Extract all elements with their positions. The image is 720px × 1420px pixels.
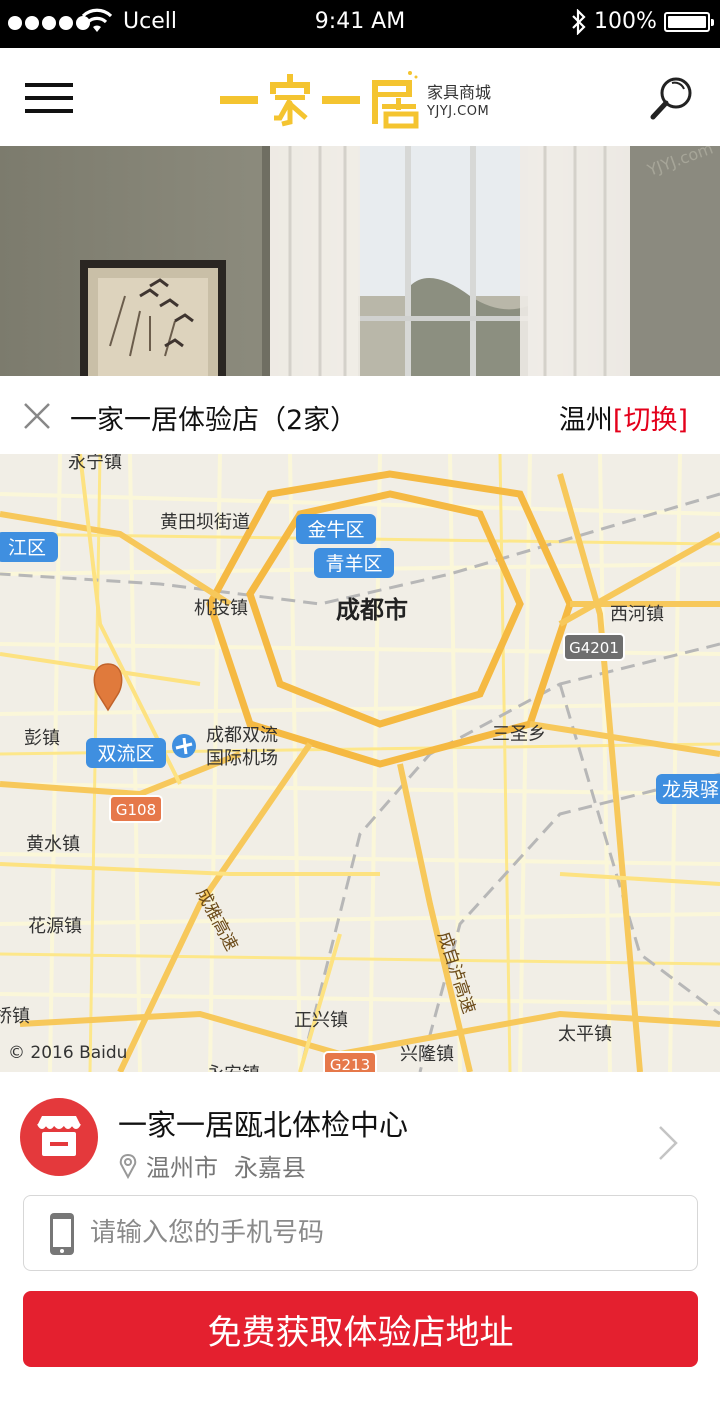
map-label-pengzhen: 彭镇 — [24, 728, 60, 749]
map-label-huangshui: 黄水镇 — [26, 834, 80, 855]
status-bar: Ucell 9:41 AM 100% — [0, 0, 720, 48]
current-city: 温州 — [558, 405, 613, 436]
mobile-phone-icon — [50, 1213, 74, 1255]
logo-subtitle: 家具商城 — [427, 83, 492, 102]
map-label-longquan: 龙泉驿 — [662, 779, 719, 801]
city-selector: 温州[切换] — [559, 398, 688, 437]
menu-button[interactable] — [22, 77, 76, 117]
map-label-airport-line1: 成都双流 — [206, 725, 278, 746]
logo-mark-icon — [220, 71, 419, 129]
map-label-airport-line2: 国际机场 — [206, 748, 278, 769]
map-label-zhengxing: 正兴镇 — [294, 1010, 348, 1031]
battery-icon — [664, 12, 714, 32]
battery-percent: 100% — [594, 9, 657, 34]
store-district: 永嘉县 — [234, 1154, 306, 1182]
chevron-right-icon — [659, 1126, 678, 1160]
app-header: 家具商城 YJYJ.COM — [0, 48, 720, 146]
map-label-huangtianba: 黄田坝街道 — [160, 512, 250, 533]
storefront-icon — [20, 1098, 98, 1176]
hamburger-icon — [25, 83, 73, 87]
app-screen: Ucell 9:41 AM 100% 家具商城 YJYJ.COM YJYJ.co… — [0, 0, 720, 1420]
map-label-shuangliu: 双流区 — [97, 743, 154, 765]
switch-city-link[interactable]: [切换] — [613, 405, 688, 436]
phone-field[interactable] — [23, 1195, 698, 1271]
search-icon[interactable] — [648, 74, 696, 122]
map-label-yongning: 永宁镇 — [68, 454, 122, 473]
get-store-address-button[interactable]: 免费获取体验店地址 — [23, 1291, 698, 1367]
map-label-huayuan: 花源镇 — [28, 916, 82, 937]
store-map[interactable]: 金牛区 青羊区 江区 双流区 龙泉驿 G4201 G108 G213 永宁镇 黄… — [0, 454, 720, 1072]
store-list-item[interactable]: 一家一居瓯北体检中心 温州市 永嘉县 — [0, 1072, 720, 1192]
phone-input[interactable] — [90, 1208, 680, 1258]
map-label-jiangqu: 江区 — [8, 537, 46, 559]
room-photo: YJYJ.com — [0, 146, 720, 376]
map-label-g4201: G4201 — [569, 639, 619, 657]
map-label-qiaozhen: 桥镇 — [0, 1006, 30, 1027]
hero-banner: YJYJ.com — [0, 146, 720, 376]
map-label-sansheng: 三圣乡 — [492, 724, 546, 745]
map-label-xinglong: 兴隆镇 — [400, 1044, 454, 1065]
map-label-qingyang: 青羊区 — [325, 553, 382, 575]
store-count-title: 一家一居体验店（2家） — [70, 405, 358, 436]
store-selector-bar: 一家一居体验店（2家） 温州[切换] — [0, 376, 720, 454]
bluetooth-icon — [572, 9, 586, 35]
logo-domain: YJYJ.COM — [427, 104, 490, 119]
location-pin-icon — [119, 1153, 137, 1179]
map-label-g213: G213 — [330, 1056, 370, 1072]
close-icon[interactable] — [20, 399, 54, 433]
store-location: 温州市 永嘉县 — [118, 1148, 306, 1183]
map-label-xihe: 西河镇 — [610, 604, 664, 625]
site-logo[interactable]: 家具商城 YJYJ.COM — [220, 70, 510, 130]
map-copyright: © 2016 Baidu — [8, 1043, 127, 1063]
store-city: 温州市 — [146, 1154, 218, 1182]
map-label-g108: G108 — [116, 801, 156, 819]
map-label-yongan: 永安镇 — [206, 1064, 260, 1072]
map-label-jinniu: 金牛区 — [307, 519, 364, 541]
map-label-taiping: 太平镇 — [558, 1024, 612, 1045]
store-name: 一家一居瓯北体检中心 — [118, 1108, 409, 1142]
map-label-jitou: 机投镇 — [194, 598, 248, 619]
map-label-chengdu: 成都市 — [336, 596, 408, 624]
